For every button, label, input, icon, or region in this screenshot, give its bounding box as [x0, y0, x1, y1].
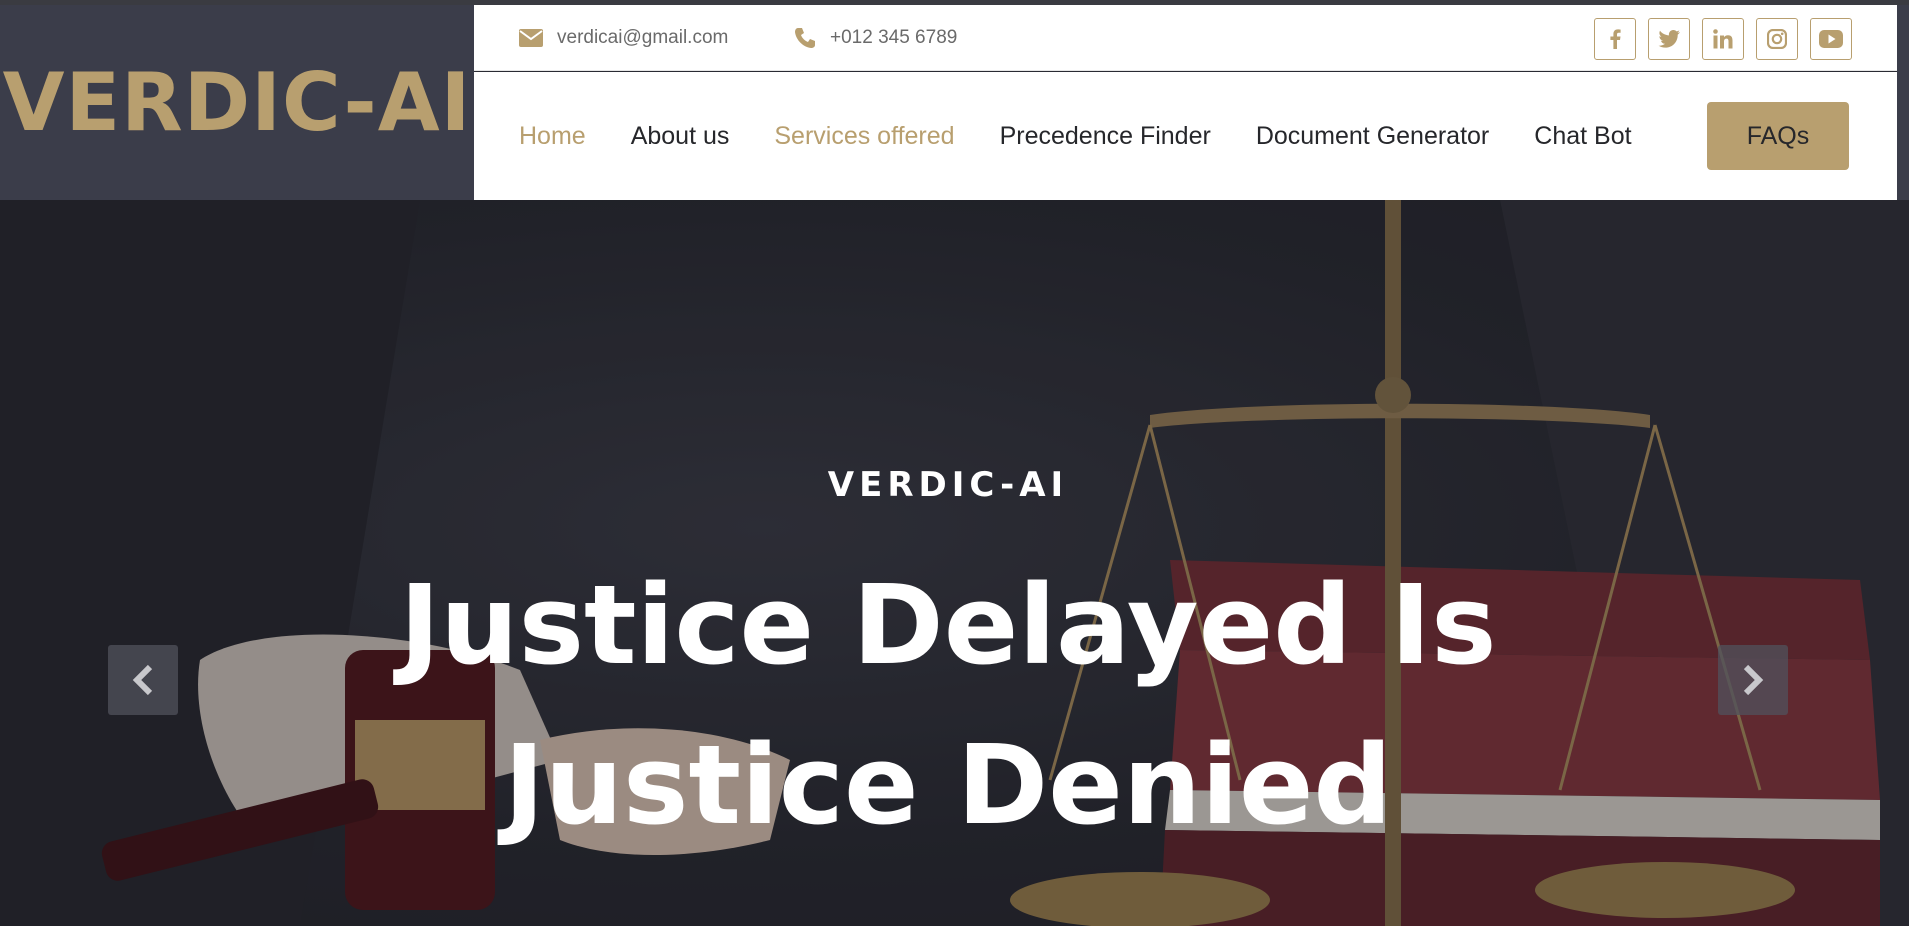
email-text: verdicai@gmail.com — [557, 27, 729, 48]
linkedin-icon[interactable] — [1702, 18, 1744, 60]
right-edge-strip — [1897, 5, 1909, 200]
hero-eyebrow: VERDIC-AI — [827, 465, 1069, 505]
contact-phone: +012 345 6789 — [794, 5, 957, 71]
nav-document-generator[interactable]: Document Generator — [1256, 122, 1489, 151]
nav-about-us[interactable]: About us — [631, 122, 730, 151]
main-navbar: Home About us Services offered Precedenc… — [474, 72, 1897, 200]
nav-home[interactable]: Home — [519, 122, 586, 151]
twitter-icon[interactable] — [1648, 18, 1690, 60]
envelope-icon — [519, 29, 543, 47]
phone-text: +012 345 6789 — [830, 27, 958, 48]
phone-icon — [795, 28, 815, 48]
nav-precedence-finder[interactable]: Precedence Finder — [1000, 122, 1211, 151]
chevron-right-icon — [1743, 664, 1764, 696]
carousel-next-button[interactable] — [1718, 645, 1788, 715]
hero-headline-line-1: Justice Delayed Is — [399, 561, 1497, 689]
contact-email: verdicai@gmail.com — [519, 5, 728, 71]
nav-chat-bot[interactable]: Chat Bot — [1534, 122, 1631, 151]
social-links — [1594, 18, 1852, 60]
youtube-icon[interactable] — [1810, 18, 1852, 60]
nav-services-offered[interactable]: Services offered — [774, 122, 954, 151]
brand-logo-block[interactable]: VERDIC-AI — [0, 5, 474, 200]
carousel-prev-button[interactable] — [108, 645, 178, 715]
facebook-icon[interactable] — [1594, 18, 1636, 60]
hero-headline-line-2: Justice Denied — [503, 721, 1393, 849]
hero-headline: Justice Delayed Is Justice Denied — [0, 545, 1896, 865]
chevron-left-icon — [132, 664, 153, 696]
brand-logo[interactable]: VERDIC-AI — [3, 56, 472, 149]
instagram-icon[interactable] — [1756, 18, 1798, 60]
contact-topbar: verdicai@gmail.com +012 345 6789 — [474, 5, 1897, 71]
faqs-button[interactable]: FAQs — [1707, 102, 1849, 170]
hero-carousel: VERDIC-AI Justice Delayed Is Justice Den… — [0, 200, 1909, 926]
